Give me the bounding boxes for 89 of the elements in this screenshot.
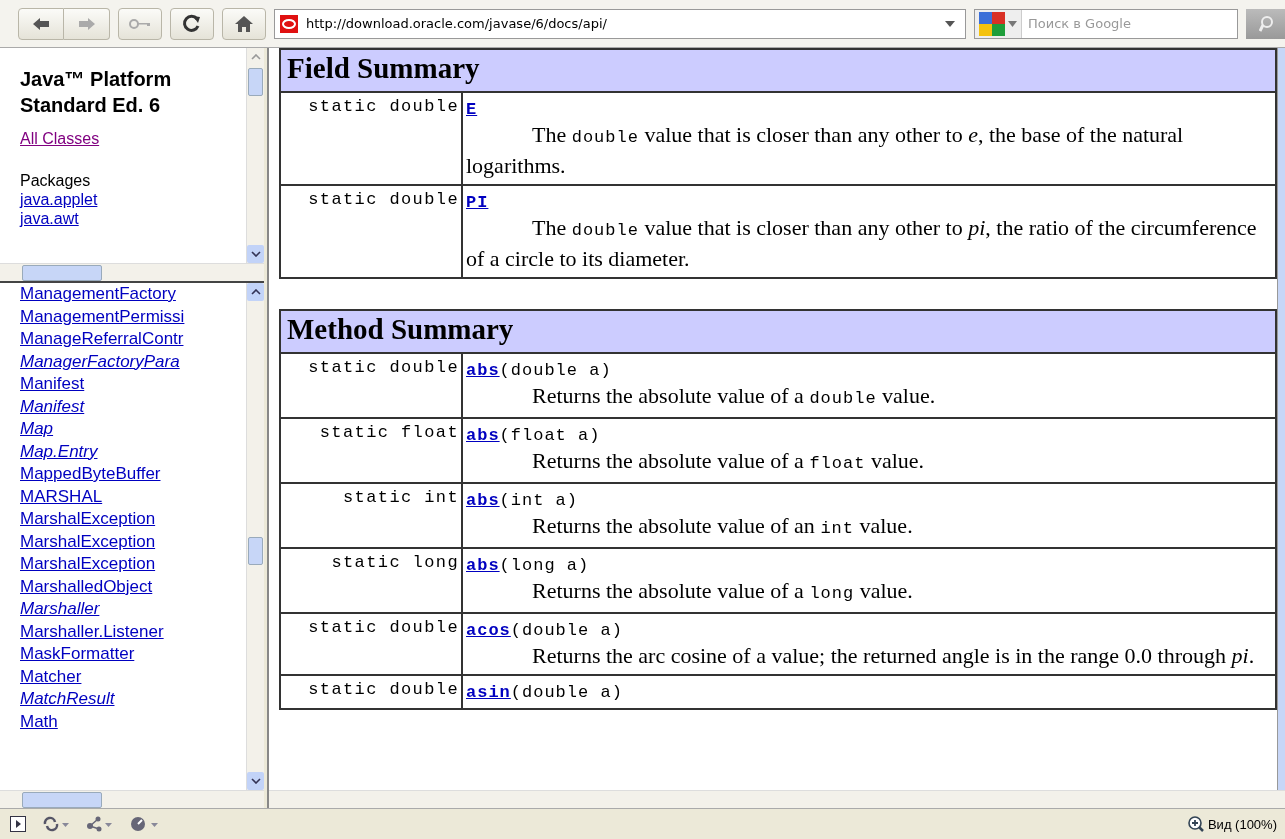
class-link[interactable]: Math <box>20 710 246 733</box>
scroll-up-icon[interactable] <box>250 289 261 295</box>
class-link[interactable]: Marshaller <box>20 598 246 621</box>
class-link[interactable]: MatchResult <box>20 688 246 711</box>
type-cell: static double <box>281 93 463 184</box>
key-icon <box>129 18 151 29</box>
site-icon <box>280 14 298 33</box>
type-cell: static double <box>281 186 463 277</box>
parameters: (float a) <box>499 426 601 445</box>
member-link[interactable]: abs <box>466 361 500 380</box>
zoom-icon[interactable] <box>1187 816 1204 832</box>
dropdown-caret-icon[interactable] <box>945 19 955 28</box>
reload-icon <box>182 13 202 34</box>
key-button[interactable] <box>118 7 162 40</box>
horizontal-scrollbar[interactable] <box>269 790 1285 808</box>
class-link[interactable]: Map <box>20 418 246 441</box>
horizontal-scrollbar[interactable] <box>0 790 264 808</box>
home-icon <box>234 14 254 33</box>
search-engine-icon[interactable] <box>979 11 1005 36</box>
class-link[interactable]: Marshaller.Listener <box>20 620 246 643</box>
member-link[interactable]: E <box>466 100 478 119</box>
parameters: (double a) <box>499 361 612 380</box>
platform-title: Java™ Platform Standard Ed. 6 <box>20 67 173 118</box>
member-link[interactable]: PI <box>466 193 489 212</box>
horizontal-scrollbar[interactable] <box>0 263 264 281</box>
member-description: The double value that is closer than any other to pi, the ratio of the circumference of a circle to its diameter. <box>466 214 1258 273</box>
scroll-down-icon[interactable] <box>250 251 261 257</box>
scroll-thumb[interactable] <box>22 791 102 808</box>
class-link[interactable]: MarshalException <box>20 508 246 531</box>
sync-icon[interactable] <box>42 816 70 832</box>
class-link[interactable]: Map.Entry <box>20 440 246 463</box>
scroll-thumb[interactable] <box>22 264 102 281</box>
member-link[interactable]: asin <box>466 683 511 702</box>
member-link[interactable]: abs <box>466 426 500 445</box>
caret-icon[interactable] <box>1008 20 1017 27</box>
network-icon[interactable] <box>86 816 114 832</box>
back-button[interactable] <box>18 7 64 40</box>
class-link[interactable]: ManageReferralContr <box>20 328 246 351</box>
home-button[interactable] <box>222 7 266 40</box>
class-link[interactable]: MarshalledObject <box>20 575 246 598</box>
parameters: (long a) <box>499 556 590 575</box>
member-link[interactable]: acos <box>466 621 511 640</box>
parameters: (int a) <box>499 491 579 510</box>
class-link[interactable]: MarshalException <box>20 530 246 553</box>
scroll-thumb[interactable] <box>248 537 263 565</box>
member-link[interactable]: abs <box>466 491 500 510</box>
type-cell: static float <box>281 419 463 482</box>
package-link[interactable]: java.applet <box>20 190 240 209</box>
type-cell: static int <box>281 484 463 547</box>
forward-arrow-icon <box>77 16 96 31</box>
zoom-level[interactable]: Вид (100%) <box>1207 816 1277 832</box>
class-link[interactable]: MaskFormatter <box>20 643 246 666</box>
member-description: Returns the absolute value of a double value. <box>531 382 937 410</box>
packages-heading: Packages <box>20 172 92 190</box>
parameters: (double a) <box>510 621 623 640</box>
class-link[interactable]: Manifest <box>20 373 246 396</box>
member-description: Returns the arc cosine of a value; the returned angle is in the range 0.0 through pi. <box>531 642 1256 670</box>
sidebar-toggle-icon[interactable] <box>10 816 26 832</box>
type-cell: static double <box>281 354 463 417</box>
vertical-scrollbar[interactable] <box>1277 48 1285 790</box>
all-classes-link[interactable]: All Classes <box>20 130 240 148</box>
section-heading: Method Summary <box>281 309 1275 354</box>
class-link[interactable]: ManagementFactory <box>20 283 246 306</box>
type-cell: static double <box>281 614 463 674</box>
package-link[interactable]: java.awt <box>20 209 240 228</box>
member-description: Returns the absolute value of a long value. <box>531 577 914 605</box>
type-cell: static long <box>281 549 463 612</box>
back-arrow-icon <box>32 16 50 31</box>
type-cell: static double <box>281 676 463 708</box>
search-button[interactable] <box>1246 8 1285 39</box>
class-link[interactable]: ManagerFactoryPara <box>20 350 246 373</box>
class-link[interactable]: Matcher <box>20 665 246 688</box>
section-heading: Field Summary <box>281 48 1275 93</box>
member-description: The double value that is closer than any other to e, the base of the natural logarithms. <box>466 121 1185 180</box>
class-link[interactable]: MARSHAL <box>20 485 246 508</box>
class-link[interactable]: Manifest <box>20 395 246 418</box>
scroll-thumb[interactable] <box>248 68 263 96</box>
search-icon <box>1258 15 1273 32</box>
gauge-icon[interactable] <box>130 816 160 832</box>
member-link[interactable]: abs <box>466 556 500 575</box>
parameters: (double a) <box>510 683 623 702</box>
class-link[interactable]: MarshalException <box>20 553 246 576</box>
class-link[interactable]: ManagementPermissi <box>20 305 246 328</box>
member-description: Returns the absolute value of a float value. <box>531 447 926 475</box>
scroll-down-icon[interactable] <box>250 778 261 784</box>
address-field[interactable]: http://download.oracle.com/javase/6/docs/api/ <box>274 8 966 39</box>
class-link[interactable]: MappedByteBuffer <box>20 463 246 486</box>
reload-button[interactable] <box>170 7 214 40</box>
member-description: Returns the absolute value of an int value. <box>531 512 914 540</box>
